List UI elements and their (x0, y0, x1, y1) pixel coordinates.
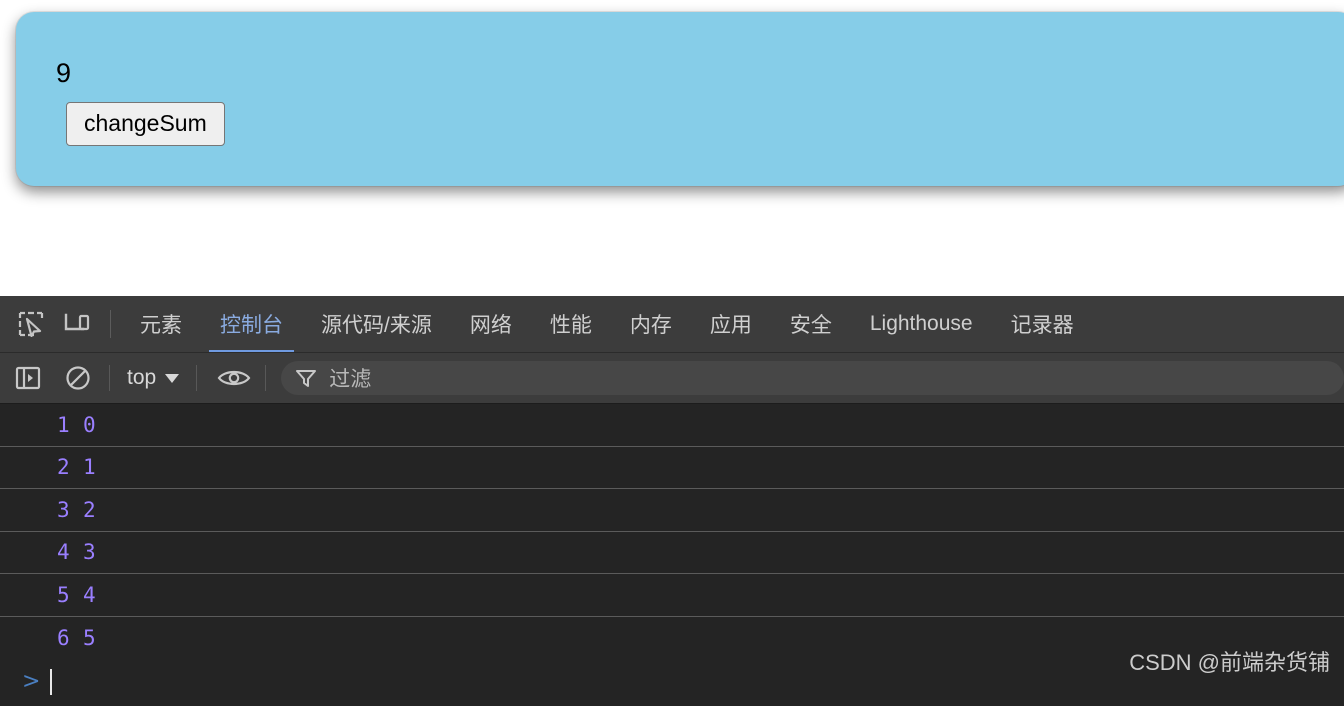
tab-memory[interactable]: 内存 (611, 296, 691, 352)
tab-label: Lighthouse (869, 312, 973, 335)
message-count-badge: 6 (57, 625, 70, 650)
message-count-badge: 4 (57, 540, 70, 565)
tab-label: 性能 (549, 314, 592, 337)
prompt-chevron-icon: > (22, 668, 41, 694)
inspect-element-icon[interactable] (8, 304, 54, 344)
tabbar-separator (110, 310, 111, 338)
tab-console[interactable]: 控制台 (201, 296, 302, 352)
eye-icon[interactable] (212, 359, 256, 397)
toolbar-separator (265, 365, 267, 391)
tab-application[interactable]: 应用 (691, 296, 771, 352)
tab-recorder[interactable]: 记录器 (992, 296, 1093, 352)
devtools-panel: 元素 控制台 源代码/来源 网络 性能 内存 应用 安全 Lighthouse … (0, 296, 1344, 706)
message-count-badge: 5 (57, 582, 70, 607)
tab-label: 控制台 (220, 314, 283, 337)
tab-sources[interactable]: 源代码/来源 (302, 296, 451, 352)
tab-label: 安全 (789, 314, 832, 337)
devtools-tabbar: 元素 控制台 源代码/来源 网络 性能 内存 应用 安全 Lighthouse … (0, 296, 1344, 353)
tab-elements[interactable]: 元素 (121, 296, 201, 352)
message-value: 1 (83, 455, 96, 480)
web-page-viewport: 9 changeSum (0, 0, 1344, 296)
message-value: 3 (83, 540, 96, 565)
message-count-badge: 3 (57, 497, 70, 522)
toolbar-separator (109, 365, 110, 391)
tab-label: 内存 (629, 314, 672, 337)
console-message-row[interactable]: 5 4 (0, 574, 1344, 617)
message-value: 2 (83, 497, 96, 522)
filter-funnel-icon (295, 368, 317, 388)
execution-context-value: top (127, 366, 157, 389)
tab-label: 应用 (709, 314, 752, 337)
tab-label: 网络 (469, 314, 512, 337)
console-prompt[interactable]: > (0, 659, 1344, 704)
console-message-row[interactable]: 2 1 (0, 447, 1344, 489)
console-message-list[interactable]: 1 0 2 1 3 2 4 3 5 4 6 5 > CSDN @前端杂货铺 (0, 404, 1344, 705)
chevron-down-icon (165, 373, 180, 383)
message-count-badge: 1 (57, 412, 70, 437)
tab-label: 元素 (140, 314, 182, 337)
console-sidebar-icon[interactable] (6, 359, 50, 397)
change-sum-button[interactable]: changeSum (66, 102, 225, 146)
message-count-badge: 2 (57, 455, 70, 480)
console-message-row[interactable]: 4 3 (0, 532, 1344, 574)
console-message-row[interactable]: 1 0 (0, 404, 1344, 447)
text-cursor (50, 668, 52, 695)
tab-label: 源代码/来源 (321, 314, 432, 337)
clear-console-icon[interactable] (56, 359, 100, 397)
blue-panel: 9 changeSum (16, 12, 1344, 186)
message-value: 0 (83, 412, 96, 437)
screenshot-root: 9 changeSum 元素 控制台 源代码/来源 网络 性能 内存 应用 安全… (0, 0, 1344, 706)
tab-label: 记录器 (1010, 314, 1074, 337)
device-toolbar-icon[interactable] (54, 304, 100, 344)
tab-network[interactable]: 网络 (451, 296, 531, 352)
message-value: 4 (83, 582, 96, 607)
message-value: 5 (83, 625, 96, 650)
console-message-row[interactable]: 3 2 (0, 489, 1344, 532)
execution-context-select[interactable]: top (119, 363, 187, 393)
toolbar-separator (196, 365, 198, 391)
tab-performance[interactable]: 性能 (531, 296, 611, 352)
tab-lighthouse[interactable]: Lighthouse (851, 296, 992, 352)
filter-placeholder: 过滤 (329, 368, 372, 391)
sum-value-text: 9 (56, 58, 72, 88)
tab-security[interactable]: 安全 (771, 296, 851, 352)
filter-input[interactable]: 过滤 (281, 361, 1344, 395)
console-toolbar: top 过滤 (0, 353, 1344, 404)
console-message-row[interactable]: 6 5 (0, 617, 1344, 660)
